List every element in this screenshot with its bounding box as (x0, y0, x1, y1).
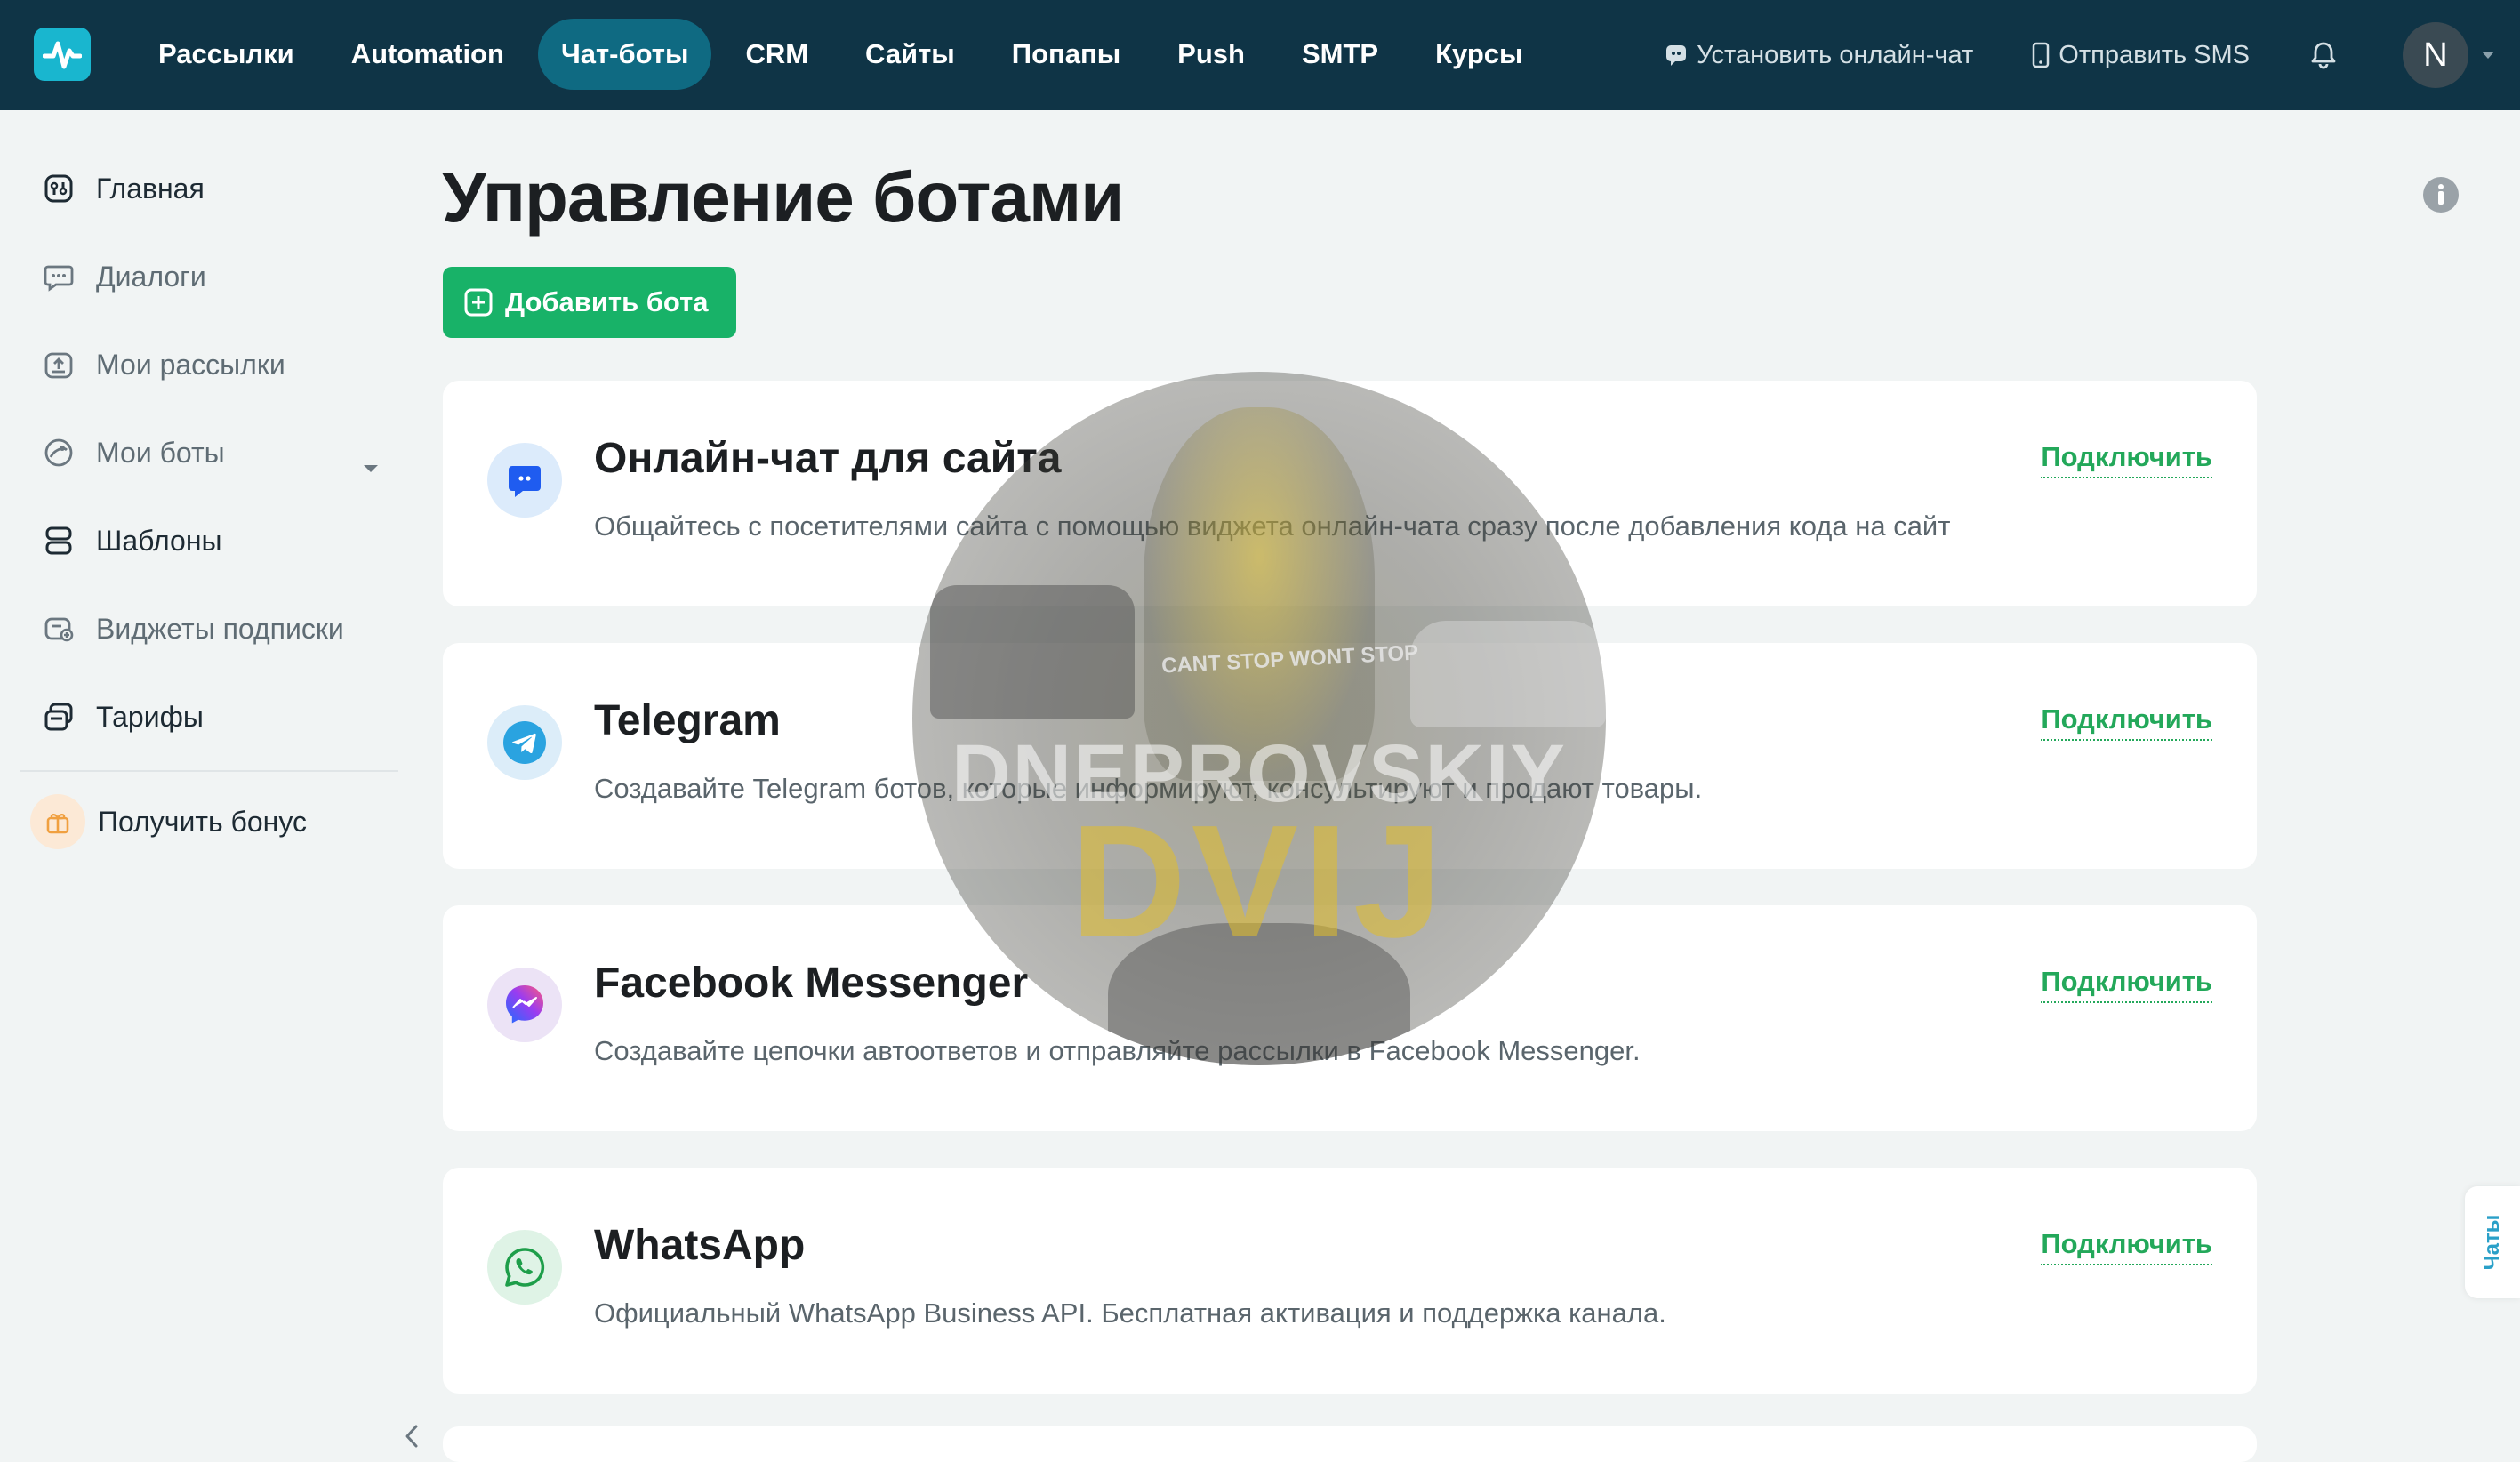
sidebar-item-get-bonus[interactable]: Получить бонус (30, 794, 379, 849)
nav-push[interactable]: Push (1154, 19, 1268, 90)
bot-card-whatsapp: WhatsApp Официальный WhatsApp Business A… (443, 1168, 2257, 1394)
sidebar-item-label: Главная (96, 172, 205, 205)
sidebar-item-label: Тарифы (96, 700, 204, 733)
sidebar-item-subscribe-widgets[interactable]: Виджеты подписки (41, 602, 379, 655)
page-title: Управление ботами (442, 157, 1124, 237)
online-chat-icon (487, 443, 562, 518)
widgets-icon (41, 611, 76, 647)
send-sms-label: Отправить SMS (2059, 40, 2250, 69)
sidebar-item-label: Диалоги (96, 260, 206, 293)
chevron-down-icon[interactable] (363, 447, 379, 480)
top-navigation-bar: Рассылки Automation Чат-боты CRM Сайты П… (0, 0, 2520, 110)
chevron-down-icon[interactable] (2481, 51, 2495, 60)
card-description: Общайтесь с посетителями сайта с помощью… (594, 510, 1951, 542)
gift-icon (30, 794, 85, 849)
sidebar-item-label: Виджеты подписки (96, 612, 344, 645)
connect-button[interactable]: Подключить (2041, 966, 2212, 1003)
tariffs-icon (41, 699, 76, 735)
nav-courses[interactable]: Курсы (1412, 19, 1545, 90)
nav-smtp[interactable]: SMTP (1279, 19, 1401, 90)
telegram-icon (487, 705, 562, 780)
nav-chatbots[interactable]: Чат-боты (537, 19, 712, 90)
phone-icon (2032, 42, 2050, 68)
card-description: Создавайте цепочки автоответов и отправл… (594, 1035, 1641, 1066)
sidebar-item-label: Мои боты (96, 436, 225, 469)
connect-button[interactable]: Подключить (2041, 1228, 2212, 1265)
messenger-icon (487, 968, 562, 1042)
card-description: Официальный WhatsApp Business API. Беспл… (594, 1297, 1666, 1329)
sidebar-item-label: Мои рассылки (96, 348, 285, 381)
sidebar-item-tariffs[interactable]: Тарифы (41, 690, 379, 743)
sidebar: Главная Диалоги Мои рассылки Мои боты Ша… (0, 110, 418, 1448)
card-title: WhatsApp (594, 1222, 806, 1269)
nav-automation[interactable]: Automation (328, 19, 527, 90)
add-bot-button[interactable]: Добавить бота (443, 267, 736, 338)
card-title: Telegram (594, 697, 781, 744)
nav-sites[interactable]: Сайты (842, 19, 978, 90)
sidebar-item-my-mailings[interactable]: Мои рассылки (41, 338, 379, 391)
install-online-chat-link[interactable]: Установить онлайн-чат (1665, 41, 1973, 70)
user-avatar[interactable]: N (2403, 22, 2468, 88)
add-bot-label: Добавить бота (505, 286, 709, 317)
templates-icon (41, 523, 76, 558)
send-sms-link[interactable]: Отправить SMS (2032, 41, 2250, 70)
plus-square-icon (464, 288, 493, 317)
chat-bubble-icon (1665, 44, 1688, 67)
install-online-chat-label: Установить онлайн-чат (1697, 40, 1974, 69)
nav-mailings[interactable]: Рассылки (135, 19, 317, 90)
nav-popups[interactable]: Попапы (989, 19, 1144, 90)
dialogs-icon (41, 259, 76, 294)
pulse-logo-icon (43, 41, 82, 69)
chevron-left-icon[interactable] (402, 1421, 423, 1456)
sidebar-item-home[interactable]: Главная (41, 162, 379, 215)
mailings-icon (41, 347, 76, 382)
connect-button[interactable]: Подключить (2041, 441, 2212, 478)
whatsapp-icon (487, 1230, 562, 1305)
sidebar-item-templates[interactable]: Шаблоны (41, 514, 379, 567)
chats-side-tab[interactable]: Чаты (2465, 1186, 2520, 1298)
bot-card-facebook-messenger: Facebook Messenger Создавайте цепочки ав… (443, 905, 2257, 1131)
chats-tab-label: Чаты (2480, 1214, 2504, 1271)
card-title: Facebook Messenger (594, 960, 1029, 1007)
info-icon[interactable] (2422, 176, 2460, 218)
top-right-actions: Установить онлайн-чат Отправить SMS N (1665, 0, 2520, 110)
bot-card-telegram: Telegram Создавайте Telegram ботов, кото… (443, 643, 2257, 869)
sidebar-item-label: Получить бонус (98, 805, 307, 838)
sidebar-item-dialogs[interactable]: Диалоги (41, 250, 379, 303)
sidebar-item-label: Шаблоны (96, 524, 222, 557)
app-logo[interactable] (34, 28, 91, 81)
bot-card-online-chat: Онлайн-чат для сайта Общайтесь с посетит… (443, 381, 2257, 606)
bots-icon (41, 435, 76, 470)
sidebar-divider (20, 770, 398, 772)
nav-crm[interactable]: CRM (722, 19, 831, 90)
dashboard-icon (41, 171, 76, 206)
connect-button[interactable]: Подключить (2041, 703, 2212, 741)
bot-card-partial (443, 1426, 2257, 1462)
sidebar-item-my-bots[interactable]: Мои боты (41, 426, 379, 479)
card-description: Создавайте Telegram ботов, которые инфор… (594, 773, 1703, 804)
main-nav: Рассылки Automation Чат-боты CRM Сайты П… (135, 18, 1557, 91)
card-title: Онлайн-чат для сайта (594, 435, 1062, 482)
bell-icon[interactable] (2308, 40, 2339, 70)
